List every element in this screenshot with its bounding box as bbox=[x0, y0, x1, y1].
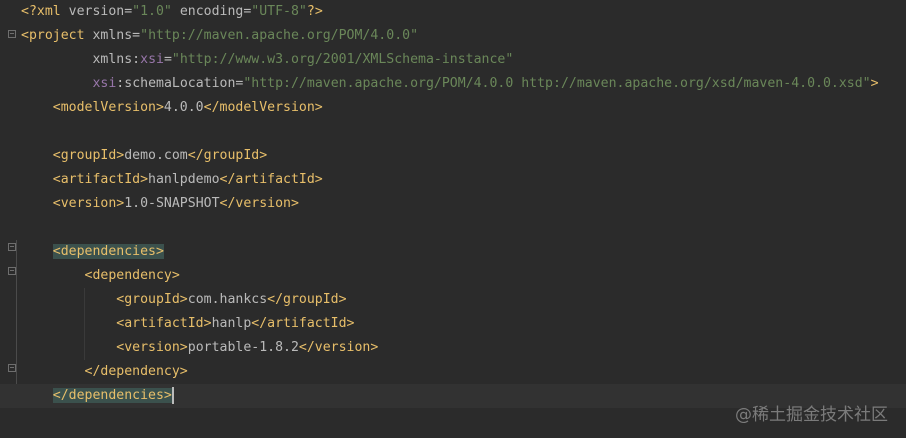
code-text: xsi:schemaLocation="http://maven.apache.… bbox=[21, 72, 879, 96]
token-ns: xsi bbox=[92, 76, 117, 91]
token-tag: </groupId> bbox=[267, 292, 347, 307]
token-ns: xsi bbox=[140, 52, 164, 67]
code-line-blank-1[interactable] bbox=[0, 120, 906, 144]
token-text: demo.com bbox=[124, 148, 188, 163]
token-text: = bbox=[132, 28, 141, 43]
token-tag: </dependency> bbox=[84, 364, 188, 379]
code-text: <dependencies> bbox=[21, 240, 164, 264]
token-tag: </artifactId> bbox=[219, 172, 323, 187]
token-text: = bbox=[124, 4, 133, 19]
token-tag: <artifactId> bbox=[116, 316, 212, 331]
code-line-dep-group-id[interactable]: <groupId>com.hankcs</groupId> bbox=[0, 288, 906, 312]
code-line-blank-2[interactable] bbox=[0, 216, 906, 240]
code-line-version[interactable]: <version>1.0-SNAPSHOT</version> bbox=[0, 192, 906, 216]
token-tag: </version> bbox=[298, 340, 379, 355]
token-tag: </artifactId> bbox=[251, 316, 355, 331]
code-editor[interactable]: <?xml version="1.0" encoding="UTF-8"?> <p… bbox=[0, 0, 906, 438]
code-text: </dependency> bbox=[21, 360, 188, 384]
token-tag: <project bbox=[21, 28, 93, 43]
code-text: <groupId>demo.com</groupId> bbox=[21, 144, 267, 168]
code-line-dependency-close[interactable]: </dependency> bbox=[0, 360, 906, 384]
token-tag: <dependencies> bbox=[52, 244, 164, 259]
token-text: hanlpdemo bbox=[148, 172, 220, 187]
code-text: <version>1.0-SNAPSHOT</version> bbox=[21, 192, 299, 216]
token-text: hanlp bbox=[211, 316, 252, 331]
token-tag: <version> bbox=[116, 340, 188, 355]
code-text: <?xml version="1.0" encoding="UTF-8"?> bbox=[21, 0, 323, 24]
token-attr: xmlns bbox=[92, 28, 133, 43]
code-line-dep-artifact-id[interactable]: <artifactId>hanlp</artifactId> bbox=[0, 312, 906, 336]
code-text: <dependency> bbox=[21, 264, 180, 288]
token-attr: xmlns bbox=[92, 52, 133, 67]
token-tag: </dependencies> bbox=[52, 388, 172, 403]
token-attr: schemaLocation bbox=[124, 76, 236, 91]
code-text: <groupId>com.hankcs</groupId> bbox=[21, 288, 347, 312]
code-text: <artifactId>hanlp</artifactId> bbox=[21, 312, 354, 336]
token-tag: <groupId> bbox=[52, 148, 125, 163]
token-text: = bbox=[163, 52, 172, 67]
token-tag: </version> bbox=[219, 196, 299, 211]
code-line-artifact-id[interactable]: <artifactId>hanlpdemo</artifactId> bbox=[0, 168, 906, 192]
token-text: 4.0.0 bbox=[163, 100, 204, 115]
token-tag: <version> bbox=[52, 196, 125, 211]
code-line-dep-version[interactable]: <version>portable-1.8.2</version> bbox=[0, 336, 906, 360]
token-str: "UTF-8" bbox=[251, 4, 307, 19]
watermark-text: @稀土掘金技术社区 bbox=[735, 405, 888, 425]
code-line-group-id[interactable]: <groupId>demo.com</groupId> bbox=[0, 144, 906, 168]
token-tag: <artifactId> bbox=[52, 172, 149, 187]
code-line-xmlns-xsi[interactable]: xmlns:xsi="http://www.w3.org/2001/XMLSch… bbox=[0, 48, 906, 72]
token-attr: version bbox=[68, 4, 125, 19]
token-str: "1.0" bbox=[132, 4, 172, 19]
code-line-xml-decl[interactable]: <?xml version="1.0" encoding="UTF-8"?> bbox=[0, 0, 906, 24]
code-text: <modelVersion>4.0.0</modelVersion> bbox=[21, 96, 323, 120]
code-line-model-version[interactable]: <modelVersion>4.0.0</modelVersion> bbox=[0, 96, 906, 120]
code-text: <artifactId>hanlpdemo</artifactId> bbox=[21, 168, 323, 192]
token-str: "http://maven.apache.org/POM/4.0.0 http:… bbox=[243, 76, 871, 91]
code-line-project-open[interactable]: <project xmlns="http://maven.apache.org/… bbox=[0, 24, 906, 48]
token-tag: <modelVersion> bbox=[52, 100, 164, 115]
token-tag: </modelVersion> bbox=[203, 100, 323, 115]
token-str: "http://maven.apache.org/POM/4.0.0" bbox=[140, 28, 419, 43]
token-tag: <dependency> bbox=[84, 268, 180, 283]
code-line-dependency-open[interactable]: <dependency> bbox=[0, 264, 906, 288]
code-line-dependencies-open[interactable]: <dependencies> bbox=[0, 240, 906, 264]
text-caret bbox=[171, 386, 174, 404]
token-text: : bbox=[132, 52, 141, 67]
token-str: "http://www.w3.org/2001/XMLSchema-instan… bbox=[171, 52, 514, 67]
token-tag: <?xml bbox=[21, 4, 69, 19]
token-text: com.hankcs bbox=[187, 292, 268, 307]
code-text: </dependencies> bbox=[21, 384, 174, 408]
token-tag: > bbox=[870, 76, 879, 91]
code-text: <project xmlns="http://maven.apache.org/… bbox=[21, 24, 418, 48]
token-text: portable-1.8.2 bbox=[187, 340, 299, 355]
code-text: <version>portable-1.8.2</version> bbox=[21, 336, 378, 360]
code-line-schema-location[interactable]: xsi:schemaLocation="http://maven.apache.… bbox=[0, 72, 906, 96]
token-tag: </groupId> bbox=[187, 148, 268, 163]
token-tag: ?> bbox=[306, 4, 323, 19]
token-attr: encoding bbox=[171, 4, 244, 19]
code-text: xmlns:xsi="http://www.w3.org/2001/XMLSch… bbox=[21, 48, 513, 72]
token-tag: <groupId> bbox=[116, 292, 188, 307]
token-text: 1.0-SNAPSHOT bbox=[124, 196, 220, 211]
